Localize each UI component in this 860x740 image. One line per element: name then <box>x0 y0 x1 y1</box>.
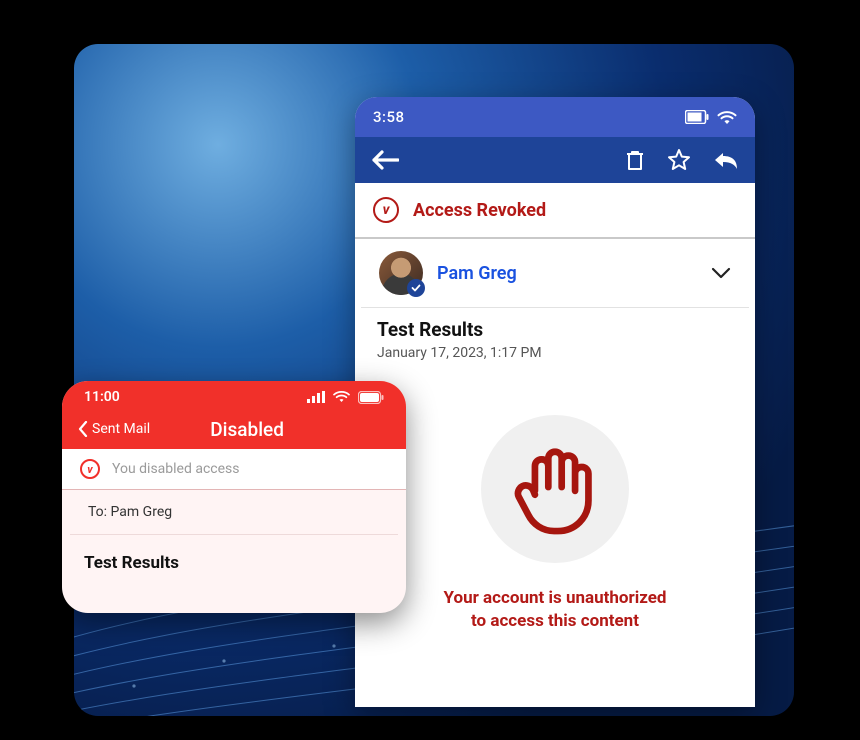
access-status-text: You disabled access <box>112 461 239 477</box>
access-status-title: Access Revoked <box>413 200 546 221</box>
email-subject: Test Results <box>62 535 406 591</box>
subject-block: Test Results January 17, 2023, 1:17 PM <box>355 308 755 361</box>
recipient-row: To: Pam Greg <box>70 490 398 535</box>
app-badge-icon: ν <box>373 197 399 223</box>
wifi-icon <box>333 391 350 403</box>
status-time: 11:00 <box>84 389 120 405</box>
chevron-down-icon <box>711 267 731 279</box>
phone-sender-view: 11:00 Sent Mail Disabled ν You disabled … <box>62 381 406 613</box>
battery-icon <box>358 391 384 404</box>
email-timestamp: January 17, 2023, 1:17 PM <box>377 345 733 361</box>
nav-title: Disabled <box>104 418 390 441</box>
toolbar <box>355 137 755 183</box>
signal-icon <box>307 391 325 403</box>
nav-bar: Sent Mail Disabled <box>62 409 406 449</box>
wifi-icon <box>717 110 737 125</box>
status-bar: 11:00 <box>62 381 406 409</box>
star-outline-icon <box>667 148 691 172</box>
reply-button[interactable] <box>713 150 739 170</box>
arrow-left-icon <box>371 149 399 171</box>
stop-hand-icon <box>481 415 629 563</box>
blocked-message: Your account is unauthorized to access t… <box>444 587 667 633</box>
chevron-left-icon <box>78 421 88 437</box>
reply-icon <box>713 150 739 170</box>
favorite-button[interactable] <box>667 148 691 172</box>
to-name: Pam Greg <box>111 504 173 520</box>
battery-icon <box>685 110 709 124</box>
avatar <box>379 251 423 295</box>
access-status-row: ν You disabled access <box>62 449 406 490</box>
app-badge-icon: ν <box>80 459 100 479</box>
email-subject: Test Results <box>377 318 733 341</box>
sender-row[interactable]: Pam Greg <box>361 239 749 308</box>
back-button[interactable] <box>371 149 399 171</box>
verified-badge-icon <box>407 279 425 297</box>
delete-button[interactable] <box>625 149 645 171</box>
phone-recipient-view: 3:58 ν Access Revoked <box>355 97 755 707</box>
status-time: 3:58 <box>373 108 405 126</box>
expand-sender-button[interactable] <box>711 264 731 283</box>
sender-name: Pam Greg <box>437 263 697 284</box>
to-label: To: <box>88 504 107 520</box>
trash-icon <box>625 149 645 171</box>
blocked-content-panel: Your account is unauthorized to access t… <box>355 361 755 707</box>
status-bar: 3:58 <box>355 97 755 137</box>
access-status-row: ν Access Revoked <box>355 183 755 239</box>
